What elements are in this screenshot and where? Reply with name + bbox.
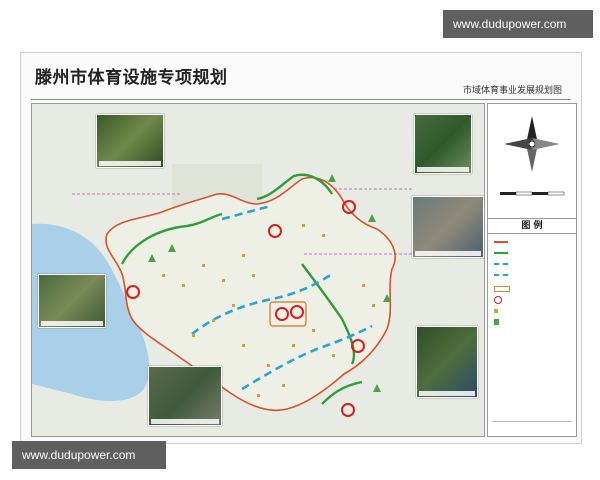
aerial-photo[interactable] <box>38 274 106 328</box>
aerial-photo[interactable] <box>148 366 222 426</box>
legend-item <box>494 284 572 294</box>
legend-item <box>494 273 572 283</box>
title-divider <box>31 99 571 100</box>
legend-item <box>494 295 572 305</box>
map-subtitle: 市域体育事业发展规划图 <box>463 86 563 96</box>
aerial-photo[interactable] <box>414 114 472 174</box>
legend-list <box>494 240 572 328</box>
aerial-photo[interactable] <box>96 114 164 168</box>
legend-item <box>494 317 572 327</box>
legend-item <box>494 240 572 250</box>
aerial-photo[interactable] <box>416 326 478 398</box>
aerial-photo[interactable] <box>412 196 484 258</box>
map-sheet: 滕州市体育设施专项规划 市域体育事业发展规划图 图 例 <box>20 52 582 444</box>
legend-footer <box>492 421 572 432</box>
watermark-bottom: www.dudupower.com <box>12 441 166 469</box>
north-arrow-icon <box>500 116 565 196</box>
map-view[interactable] <box>31 103 485 437</box>
legend-item <box>494 262 572 272</box>
page-title: 滕州市体育设施专项规划 <box>35 68 228 88</box>
legend-item <box>494 306 572 316</box>
legend-item <box>494 251 572 261</box>
scale-bar-icon <box>500 191 565 196</box>
watermark-top: www.dudupower.com <box>443 10 593 38</box>
legend-title: 图 例 <box>488 218 576 234</box>
legend-panel: 图 例 <box>487 103 577 437</box>
